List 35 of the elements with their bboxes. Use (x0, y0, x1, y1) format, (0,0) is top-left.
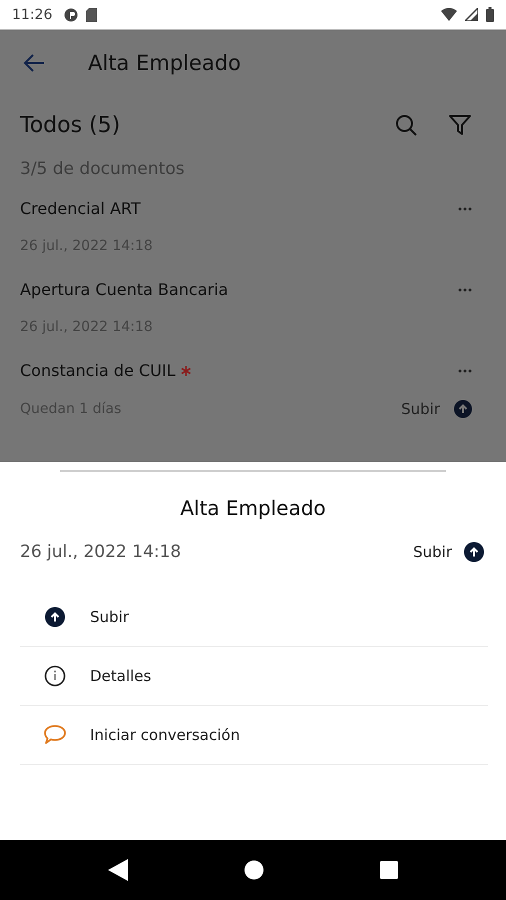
documents-count: 3/5 de documentos (19, 158, 186, 181)
back-nav-icon[interactable] (108, 859, 128, 881)
required-asterisk-icon (181, 366, 192, 376)
more-icon[interactable] (458, 206, 472, 210)
action-item[interactable]: Iniciar conversación (20, 706, 488, 765)
upload-link[interactable]: Subir (401, 400, 440, 418)
upload-icon (45, 607, 65, 627)
signal-icon (465, 8, 478, 21)
more-icon[interactable] (458, 368, 472, 372)
action-item[interactable]: Subir (20, 588, 488, 647)
document-date: 26 jul., 2022 14:18 (20, 542, 182, 562)
document-name[interactable]: Apertura Cuenta Bancaria (20, 280, 228, 299)
document-name[interactable]: Constancia de CUIL (20, 361, 176, 380)
status-time: 11:26 (12, 6, 52, 22)
battery-icon (486, 7, 494, 22)
sd-card-icon (86, 8, 98, 22)
app-notification-icon (64, 8, 78, 22)
info-icon (44, 665, 66, 687)
upload-link[interactable]: Subir (413, 543, 452, 561)
more-icon[interactable] (458, 288, 472, 292)
home-nav-icon[interactable] (244, 860, 264, 880)
screen-title: Alta Empleado (88, 50, 241, 74)
search-icon[interactable] (394, 113, 418, 137)
action-label: Detalles (90, 667, 152, 685)
sheet-title: Alta Empleado (179, 495, 327, 522)
upload-icon[interactable] (464, 542, 484, 562)
back-button[interactable] (22, 52, 46, 72)
filter-icon[interactable] (448, 113, 472, 137)
action-label: Iniciar conversación (90, 726, 240, 744)
action-item[interactable]: Detalles (20, 647, 488, 706)
action-label: Subir (90, 608, 129, 626)
document-name[interactable]: Credencial ART (20, 199, 141, 218)
wifi-icon (441, 8, 457, 21)
list-title: Todos (5) (20, 112, 122, 138)
chat-icon (43, 724, 67, 746)
